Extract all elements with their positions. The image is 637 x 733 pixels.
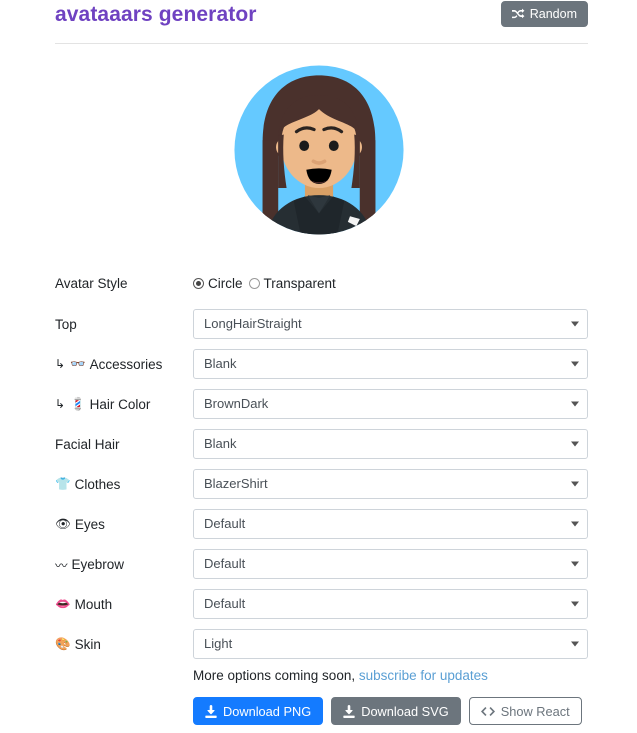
label-eyes-text: Eyes [74, 516, 105, 532]
label-top-text: Top [55, 316, 77, 332]
row-skin: 🎨 Skin Light [0, 624, 637, 664]
row-eyebrow: 〰 Eyebrow Default [0, 544, 637, 584]
shuffle-icon [511, 8, 525, 20]
action-buttons: Download PNG Download SVG Show React [193, 697, 582, 725]
header-divider [55, 43, 588, 44]
show-react-label: Show React [500, 703, 570, 719]
select-mouth[interactable]: Default [193, 589, 588, 619]
random-button-label: Random [529, 7, 577, 21]
sub-arrow-icon: ↳ [55, 397, 66, 411]
label-facial-hair-text: Facial Hair [55, 436, 120, 452]
label-eyes: 👁 Eyes [55, 516, 105, 532]
download-icon [205, 704, 217, 718]
field-hair-color: BrownDark [193, 389, 588, 419]
select-accessories[interactable]: Blank [193, 349, 588, 379]
label-avatar-style: Avatar Style [55, 275, 128, 291]
radio-circle-label: Circle [208, 275, 243, 291]
code-icon [480, 705, 495, 718]
show-react-button[interactable]: Show React [468, 697, 582, 725]
field-mouth: Default [193, 589, 588, 619]
label-eyebrow-text: Eyebrow [71, 556, 125, 572]
avatar-image [233, 65, 404, 235]
row-top: Top LongHairStraight [0, 304, 637, 344]
download-svg-button[interactable]: Download SVG [331, 697, 461, 725]
select-clothes[interactable]: BlazerShirt [193, 469, 588, 499]
eye-icon: 👁 [55, 516, 71, 531]
field-top: LongHairStraight [193, 309, 588, 339]
radio-transparent-label: Transparent [263, 275, 336, 291]
field-avatar-style: Circle Transparent [193, 276, 588, 291]
palette-icon: 🎨 [55, 636, 71, 651]
row-avatar-style: Avatar Style Circle Transparent [0, 262, 637, 304]
row-eyes: 👁 Eyes Default [0, 504, 637, 544]
label-clothes-text: Clothes [74, 476, 121, 492]
subscribe-link[interactable]: subscribe for updates [359, 668, 488, 683]
label-skin-text: Skin [74, 636, 101, 652]
label-hair-color: ↳ 💈 Hair Color [55, 396, 150, 412]
page-title: avataaars generator [55, 3, 257, 26]
radio-transparent-dot[interactable] [248, 277, 260, 289]
label-accessories-text: Accessories [89, 356, 163, 372]
row-facial-hair: Facial Hair Blank [0, 424, 637, 464]
field-eyes: Default [193, 509, 588, 539]
radio-transparent[interactable]: Transparent [248, 275, 336, 291]
field-clothes: BlazerShirt [193, 469, 588, 499]
radio-circle[interactable]: Circle [193, 276, 243, 291]
download-png-label: Download PNG [223, 703, 312, 719]
select-eyebrow[interactable]: Default [193, 549, 588, 579]
page-header: avataaars generator Random [0, 0, 637, 44]
lips-icon: 👄 [55, 596, 71, 611]
label-eyebrow: 〰 Eyebrow [55, 555, 124, 574]
download-png-button[interactable]: Download PNG [193, 697, 324, 725]
label-top: Top [55, 317, 77, 332]
select-eyes[interactable]: Default [193, 509, 588, 539]
avatar-preview [0, 57, 637, 243]
label-hair-color-text: Hair Color [89, 396, 151, 412]
row-clothes: 👕 Clothes BlazerShirt [0, 464, 637, 504]
label-mouth: 👄 Mouth [55, 596, 112, 612]
select-top[interactable]: LongHairStraight [193, 309, 588, 339]
random-button[interactable]: Random [500, 1, 588, 27]
label-facial-hair: Facial Hair [55, 437, 120, 452]
more-options-text: More options coming soon, subscribe for … [193, 668, 488, 683]
select-hair-color[interactable]: BrownDark [193, 389, 588, 419]
field-skin: Light [193, 629, 588, 659]
download-svg-label: Download SVG [361, 703, 449, 719]
row-mouth: 👄 Mouth Default [0, 584, 637, 624]
radio-circle-dot[interactable] [193, 277, 204, 289]
avatar-style-radio-group: Circle Transparent [193, 276, 588, 291]
avataaars-generator-page: avataaars generator Random Avatar Style … [0, 0, 637, 733]
field-eyebrow: Default [193, 549, 588, 579]
label-mouth-text: Mouth [74, 596, 113, 612]
more-options-prefix: More options coming soon, [193, 668, 359, 683]
field-accessories: Blank [193, 349, 588, 379]
wavy-dash-icon: 〰 [55, 557, 68, 573]
select-skin[interactable]: Light [193, 629, 588, 659]
select-facial-hair[interactable]: Blank [193, 429, 588, 459]
sub-arrow-icon: ↳ [55, 357, 66, 371]
field-facial-hair: Blank [193, 429, 588, 459]
barber-pole-icon: 💈 [70, 396, 86, 411]
avatar-options-form: Avatar Style Circle Transparent Top Long… [0, 262, 637, 664]
glasses-icon: 👓 [70, 356, 86, 371]
row-accessories: ↳ 👓 Accessories Blank [0, 344, 637, 384]
download-icon [343, 704, 355, 718]
label-skin: 🎨 Skin [55, 636, 101, 652]
row-hair-color: ↳ 💈 Hair Color BrownDark [0, 384, 637, 424]
label-clothes: 👕 Clothes [55, 476, 120, 492]
shirt-icon: 👕 [55, 476, 71, 491]
label-accessories: ↳ 👓 Accessories [55, 356, 162, 372]
